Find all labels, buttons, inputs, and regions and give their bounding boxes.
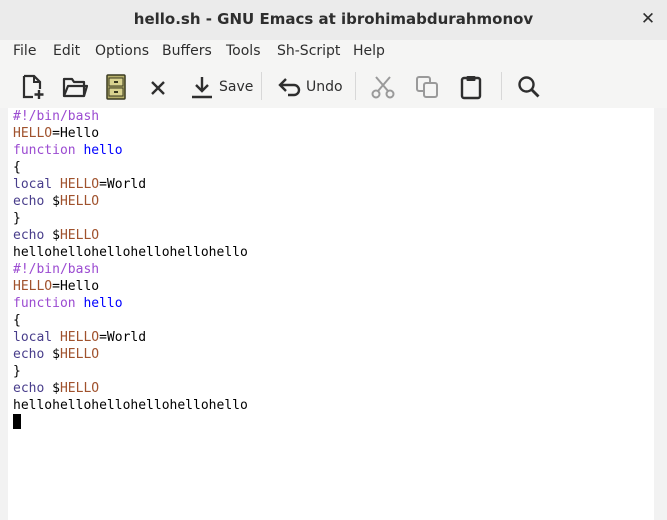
code-line: { [13,312,248,329]
menu-edit[interactable]: Edit [53,43,80,59]
code-token: #!/bin/bash [13,262,100,277]
code-token: hellohellohellohellohellohello [13,398,248,413]
code-line [13,414,248,431]
toolbar-separator [355,72,356,100]
code-token: #!/bin/bash [13,109,100,124]
editor-area[interactable]: #!/bin/bash HELLO=Hello function hello{loc… [0,108,667,520]
code-token: $ [44,194,60,209]
dired-button[interactable] [105,71,127,103]
code-line: hellohellohellohellohellohello [13,244,248,261]
code-token: } [13,364,21,379]
code-line: echo $HELLO [13,193,248,210]
code-line: HELLO=Hello [13,278,248,295]
code-token: HELLO [13,279,53,294]
toolbar: Save Undo [0,65,667,109]
code-token: =World [99,177,147,192]
code-token: HELLO [13,126,53,141]
window-title: hello.sh - GNU Emacs at ibrohimabdurahmo… [133,10,534,28]
code-line: } [13,210,248,227]
code-token: HELLO [59,177,100,192]
code-line: { [13,159,248,176]
right-fringe [654,108,667,520]
code-token: $ [44,228,60,243]
file-cabinet-icon [105,74,127,100]
code-line: echo $HELLO [13,380,248,397]
code-token: local [13,330,53,345]
code-token: HELLO [59,228,100,243]
menu-sh-script[interactable]: Sh-Script [277,43,340,59]
code-token: HELLO [59,381,100,396]
scissors-icon [370,74,396,100]
code-token: local [13,177,53,192]
code-token: function [13,296,76,311]
toolbar-separator [261,72,262,100]
code-line: local HELLO=World [13,176,248,193]
open-folder-button[interactable] [62,71,88,103]
cut-button[interactable] [370,71,396,103]
code-token: function [13,143,76,158]
code-token: =World [99,330,147,345]
code-line: } [13,363,248,380]
undo-button[interactable]: Undo [276,71,343,103]
undo-arrow-icon [276,74,302,100]
code-token: echo [13,194,45,209]
folder-icon [62,74,88,100]
copy-icon [414,74,440,100]
code-buffer[interactable]: #!/bin/bash HELLO=Hello function hello{loc… [13,108,248,431]
clipboard-icon [458,74,484,100]
code-token: echo [13,347,45,362]
menu-options[interactable]: Options [95,43,149,59]
code-token: =Hello [52,126,100,141]
code-token: =Hello [52,279,100,294]
title-bar: hello.sh - GNU Emacs at ibrohimabdurahmo… [0,0,667,40]
save-download-icon [189,74,215,100]
code-line: HELLO=Hello [13,125,248,142]
code-token: echo [13,381,45,396]
code-token: HELLO [59,330,100,345]
code-token: $ [44,381,60,396]
code-token: hello [83,296,123,311]
code-line: echo $HELLO [13,227,248,244]
paste-button[interactable] [458,71,484,103]
copy-button[interactable] [414,71,440,103]
code-line: echo $HELLO [13,346,248,363]
code-line: #!/bin/bash [13,108,248,125]
new-file-button[interactable] [19,71,45,103]
close-icon [148,74,168,100]
code-token: { [13,313,21,328]
menu-tools[interactable]: Tools [226,43,261,59]
menu-file[interactable]: File [13,43,36,59]
code-token: $ [44,347,60,362]
code-line: function hello [13,295,248,312]
code-token: hellohellohellohellohellohello [13,245,248,260]
save-label: Save [219,79,254,95]
code-line: function hello [13,142,248,159]
toolbar-separator [501,72,502,100]
menu-help[interactable]: Help [353,43,385,59]
search-icon [516,74,542,100]
code-line: #!/bin/bash [13,261,248,278]
code-token: { [13,160,21,175]
menu-bar: File Edit Options Buffers Tools Sh-Scrip… [0,40,667,65]
text-cursor [13,414,21,429]
code-token: HELLO [59,194,100,209]
search-button[interactable] [516,71,542,103]
save-button[interactable]: Save [189,71,253,103]
menu-buffers[interactable]: Buffers [162,43,212,59]
code-token: HELLO [59,347,100,362]
code-token: echo [13,228,45,243]
left-fringe [0,108,8,520]
code-line: hellohellohellohellohellohello [13,397,248,414]
code-token: hello [83,143,123,158]
undo-label: Undo [306,79,343,95]
code-line: local HELLO=World [13,329,248,346]
close-icon[interactable]: ✕ [637,8,659,30]
new-file-icon [19,74,45,100]
code-token: } [13,211,21,226]
kill-buffer-button[interactable] [148,71,168,103]
